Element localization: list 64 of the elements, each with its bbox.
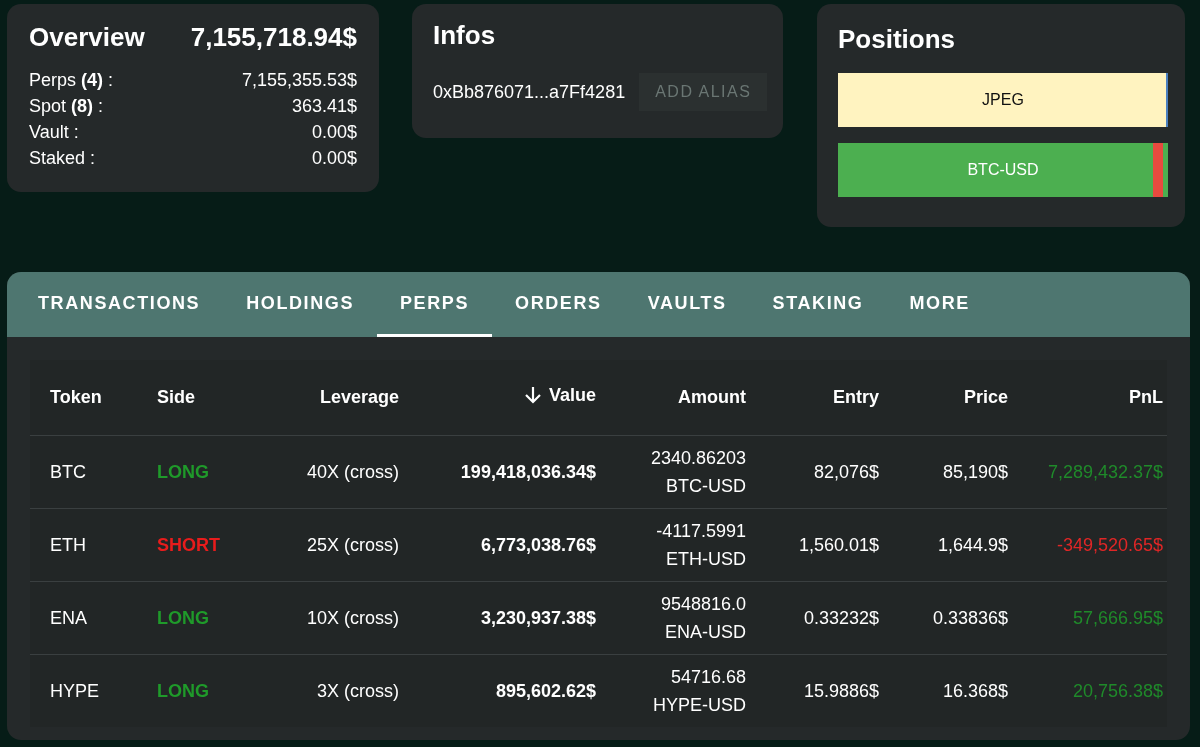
wallet-address: 0xBb876071...a7Ff4281 xyxy=(433,81,626,103)
table-cell: -4117.5991 ETH-USD xyxy=(597,508,747,582)
table-cell: 6,773,038.76$ xyxy=(400,508,597,582)
table-cell: 3,230,937.38$ xyxy=(400,581,597,655)
table-cell: 3X (cross) xyxy=(258,654,400,727)
table-cell: SHORT xyxy=(156,508,258,582)
overview-label: Vault : xyxy=(29,121,79,144)
table-cell: 85,190$ xyxy=(880,435,1009,509)
column-header[interactable]: Entry xyxy=(747,360,880,436)
table-cell: 82,076$ xyxy=(747,435,880,509)
column-header[interactable]: Leverage xyxy=(258,360,400,436)
table-cell: 0.33232$ xyxy=(747,581,880,655)
table-cell: 199,418,036.34$ xyxy=(400,435,597,509)
table-cell: 2340.86203 BTC-USD xyxy=(597,435,747,509)
sort-arrow-icon xyxy=(522,385,543,406)
table-cell: ENA xyxy=(30,581,156,655)
tab[interactable]: TRANSACTIONS xyxy=(15,272,224,337)
column-header[interactable]: Price xyxy=(880,360,1009,436)
tab[interactable]: MORE xyxy=(886,272,993,337)
table-cell: 1,560.01$ xyxy=(747,508,880,582)
table-cell: 0.33836$ xyxy=(880,581,1009,655)
position-label: BTC-USD xyxy=(967,161,1039,179)
position-label: JPEG xyxy=(982,91,1024,109)
tab[interactable]: HOLDINGS xyxy=(223,272,377,337)
overview-label: Spot (8) : xyxy=(29,95,104,118)
column-header[interactable]: Side xyxy=(156,360,258,436)
table-cell: -349,520.65$ xyxy=(1009,508,1167,582)
overview-title: Overview xyxy=(29,22,145,53)
infos-title: Infos xyxy=(433,20,496,50)
table-cell: LONG xyxy=(156,435,258,509)
table-cell: 15.9886$ xyxy=(747,654,880,727)
table-cell: HYPE xyxy=(30,654,156,727)
table-cell: LONG xyxy=(156,581,258,655)
table-cell: 10X (cross) xyxy=(258,581,400,655)
overview-value: 0.00$ xyxy=(311,147,357,170)
column-header[interactable]: Token xyxy=(30,360,156,436)
column-header[interactable]: Value xyxy=(400,360,597,436)
table-cell: ETH xyxy=(30,508,156,582)
overview-total: 7,155,718.94$ xyxy=(190,22,357,53)
table-cell: 20,756.38$ xyxy=(1009,654,1167,727)
overview-value: 0.00$ xyxy=(311,121,357,144)
overview-value: 363.41$ xyxy=(291,95,357,118)
overview-value: 7,155,355.53$ xyxy=(241,69,357,92)
table-cell: 1,644.9$ xyxy=(880,508,1009,582)
table-cell: 25X (cross) xyxy=(258,508,400,582)
table-cell: 9548816.0 ENA-USD xyxy=(597,581,747,655)
tab[interactable]: VAULTS xyxy=(624,272,750,337)
column-header[interactable]: Amount xyxy=(597,360,747,436)
overview-label: Perps (4) : xyxy=(29,69,114,92)
overview-label: Staked : xyxy=(29,147,96,170)
positions-title: Positions xyxy=(838,24,955,54)
table-cell: 7,289,432.37$ xyxy=(1009,435,1167,509)
table-cell: 57,666.95$ xyxy=(1009,581,1167,655)
table-cell: 895,602.62$ xyxy=(400,654,597,727)
table-cell: 16.368$ xyxy=(880,654,1009,727)
column-header[interactable]: PnL xyxy=(1009,360,1167,436)
table-cell: LONG xyxy=(156,654,258,727)
tab[interactable]: STAKING xyxy=(749,272,887,337)
table-cell: 40X (cross) xyxy=(258,435,400,509)
table-cell: BTC xyxy=(30,435,156,509)
table-cell: 54716.68 HYPE-USD xyxy=(597,654,747,727)
position-bar[interactable]: JPEG xyxy=(838,73,1168,127)
tab[interactable]: PERPS xyxy=(377,272,493,337)
tab[interactable]: ORDERS xyxy=(492,272,625,337)
